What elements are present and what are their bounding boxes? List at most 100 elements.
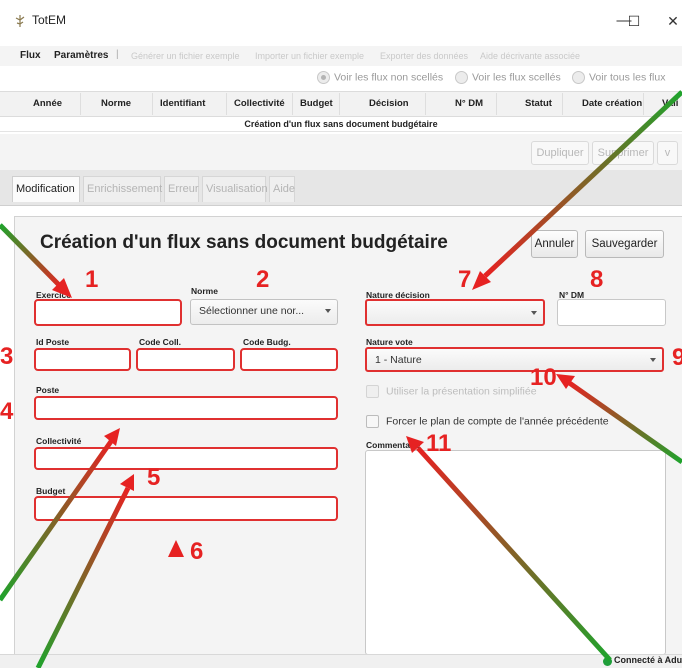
nature-vote-select[interactable]: 1 - Nature <box>365 347 664 372</box>
simplified-checkbox[interactable]: Utiliser la présentation simplifiée <box>366 385 537 398</box>
menu-generate-example[interactable]: Générer un fichier exemple <box>131 51 240 61</box>
nature-decision-select[interactable] <box>365 299 545 326</box>
n-dm-field[interactable] <box>557 299 666 326</box>
col-validation[interactable]: Vali <box>662 98 678 109</box>
annotation-number-2: 2 <box>256 266 270 293</box>
save-button[interactable]: Sauvegarder <box>585 230 664 258</box>
col-divider <box>292 93 293 115</box>
cancel-button[interactable]: Annuler <box>531 230 578 258</box>
window-title: TotEM <box>32 13 67 27</box>
label-nature-vote: Nature vote <box>366 337 413 347</box>
label-norme: Norme <box>191 286 218 296</box>
simplified-checkbox-box <box>366 385 379 398</box>
radio-all-label: Voir tous les flux <box>589 71 666 84</box>
radio-sealed[interactable]: Voir les flux scellés <box>455 71 561 87</box>
connection-status-icon <box>603 657 612 666</box>
label-commentaire: Commentaire <box>366 440 421 450</box>
previous-plan-checkbox-box <box>366 415 379 428</box>
annotation-number-11: 11 <box>426 430 452 457</box>
norme-select[interactable]: Sélectionner une nor... <box>190 299 338 325</box>
tab-modification[interactable]: Modification <box>12 176 80 202</box>
duplicate-button[interactable]: Dupliquer <box>531 141 589 165</box>
status-bar <box>0 654 682 668</box>
menu-parametres[interactable]: Paramètres <box>54 50 108 61</box>
form-title: Création d'un flux sans document budgéta… <box>40 232 448 253</box>
delete-button[interactable]: Supprimer <box>592 141 654 165</box>
label-budget: Budget <box>36 486 66 496</box>
table-row[interactable]: Création d'un flux sans document budgéta… <box>0 118 682 132</box>
app-logo-icon <box>15 15 25 27</box>
code-budg-field[interactable] <box>240 348 338 371</box>
col-n-dm[interactable]: N° DM <box>455 98 483 109</box>
label-code-budg: Code Budg. <box>243 337 291 347</box>
col-identifiant[interactable]: Identifiant <box>160 98 205 109</box>
tab-visualisation[interactable]: Visualisation <box>202 176 268 202</box>
tab-enrichissement[interactable]: Enrichissement <box>83 176 162 202</box>
chevron-down-icon <box>325 309 331 313</box>
annotation-number-1: 1 <box>85 266 99 293</box>
menu-import-example[interactable]: Importer un fichier exemple <box>255 51 364 61</box>
collectivite-field[interactable] <box>34 447 338 470</box>
menu-export-data[interactable]: Exporter des données <box>380 51 468 61</box>
label-id-poste: Id Poste <box>36 337 70 347</box>
col-date-creation[interactable]: Date création <box>582 98 642 109</box>
label-collectivite: Collectivité <box>36 436 82 446</box>
col-divider <box>643 93 644 115</box>
label-poste: Poste <box>36 385 60 395</box>
commentaire-textarea[interactable] <box>365 450 666 655</box>
maximize-icon: ☐ <box>627 13 641 29</box>
label-code-coll: Code Coll. <box>139 337 182 347</box>
col-divider <box>562 93 563 115</box>
col-collectivite[interactable]: Collectivité <box>234 98 285 109</box>
poste-field[interactable] <box>34 396 338 420</box>
tab-aide[interactable]: Aide <box>269 176 295 202</box>
simplified-checkbox-label: Utiliser la présentation simplifiée <box>386 385 537 398</box>
col-norme[interactable]: Norme <box>101 98 131 109</box>
code-coll-field[interactable] <box>136 348 235 371</box>
title-bar <box>0 0 682 40</box>
col-budget[interactable]: Budget <box>300 98 333 109</box>
connection-status-text: Connecté à Adulla <box>614 655 682 665</box>
chevron-down-icon <box>531 311 537 315</box>
col-divider <box>339 93 340 115</box>
col-statut[interactable]: Statut <box>525 98 552 109</box>
maximize-button[interactable]: ☐ <box>620 10 648 32</box>
annotation-number-5: 5 <box>147 464 161 491</box>
annotation-number-9: 9 <box>672 344 682 371</box>
radio-unsealed-label: Voir les flux non scellés <box>334 71 444 84</box>
annotation-number-6: 6 <box>190 538 204 565</box>
budget-field[interactable] <box>34 496 338 521</box>
annotation-number-10: 10 <box>530 364 557 391</box>
radio-unsealed-dot <box>317 71 330 84</box>
radio-sealed-dot <box>455 71 468 84</box>
col-decision[interactable]: Décision <box>369 98 409 109</box>
menu-help[interactable]: Aide décrivante associée <box>480 51 580 61</box>
radio-unsealed[interactable]: Voir les flux non scellés <box>317 71 443 87</box>
col-annee[interactable]: Année <box>33 98 62 109</box>
menu-flux[interactable]: Flux <box>20 50 41 61</box>
annotation-number-3: 3 <box>0 343 14 370</box>
col-divider <box>152 93 153 115</box>
exercice-field[interactable] <box>34 299 182 326</box>
col-divider <box>226 93 227 115</box>
radio-all[interactable]: Voir tous les flux <box>572 71 665 87</box>
annotation-number-7: 7 <box>458 266 472 293</box>
menu-separator: | <box>116 49 119 60</box>
radio-all-dot <box>572 71 585 84</box>
annotation-number-8: 8 <box>590 266 604 293</box>
table-row-text: Création d'un flux sans document budgéta… <box>244 119 438 129</box>
more-button[interactable]: v <box>657 141 678 165</box>
close-button[interactable]: ✕ <box>659 10 682 32</box>
previous-plan-checkbox[interactable]: Forcer le plan de compte de l'année préc… <box>366 415 609 428</box>
id-poste-field[interactable] <box>34 348 131 371</box>
chevron-down-icon <box>650 358 656 362</box>
tab-erreur[interactable]: Erreur <box>164 176 199 202</box>
col-divider <box>80 93 81 115</box>
previous-plan-checkbox-label: Forcer le plan de compte de l'année préc… <box>386 415 609 428</box>
col-divider <box>496 93 497 115</box>
norme-select-value: Sélectionner une nor... <box>199 305 305 317</box>
radio-sealed-label: Voir les flux scellés <box>472 71 561 84</box>
col-divider <box>425 93 426 115</box>
annotation-number-4: 4 <box>0 398 14 425</box>
nature-vote-value: 1 - Nature <box>375 354 422 366</box>
